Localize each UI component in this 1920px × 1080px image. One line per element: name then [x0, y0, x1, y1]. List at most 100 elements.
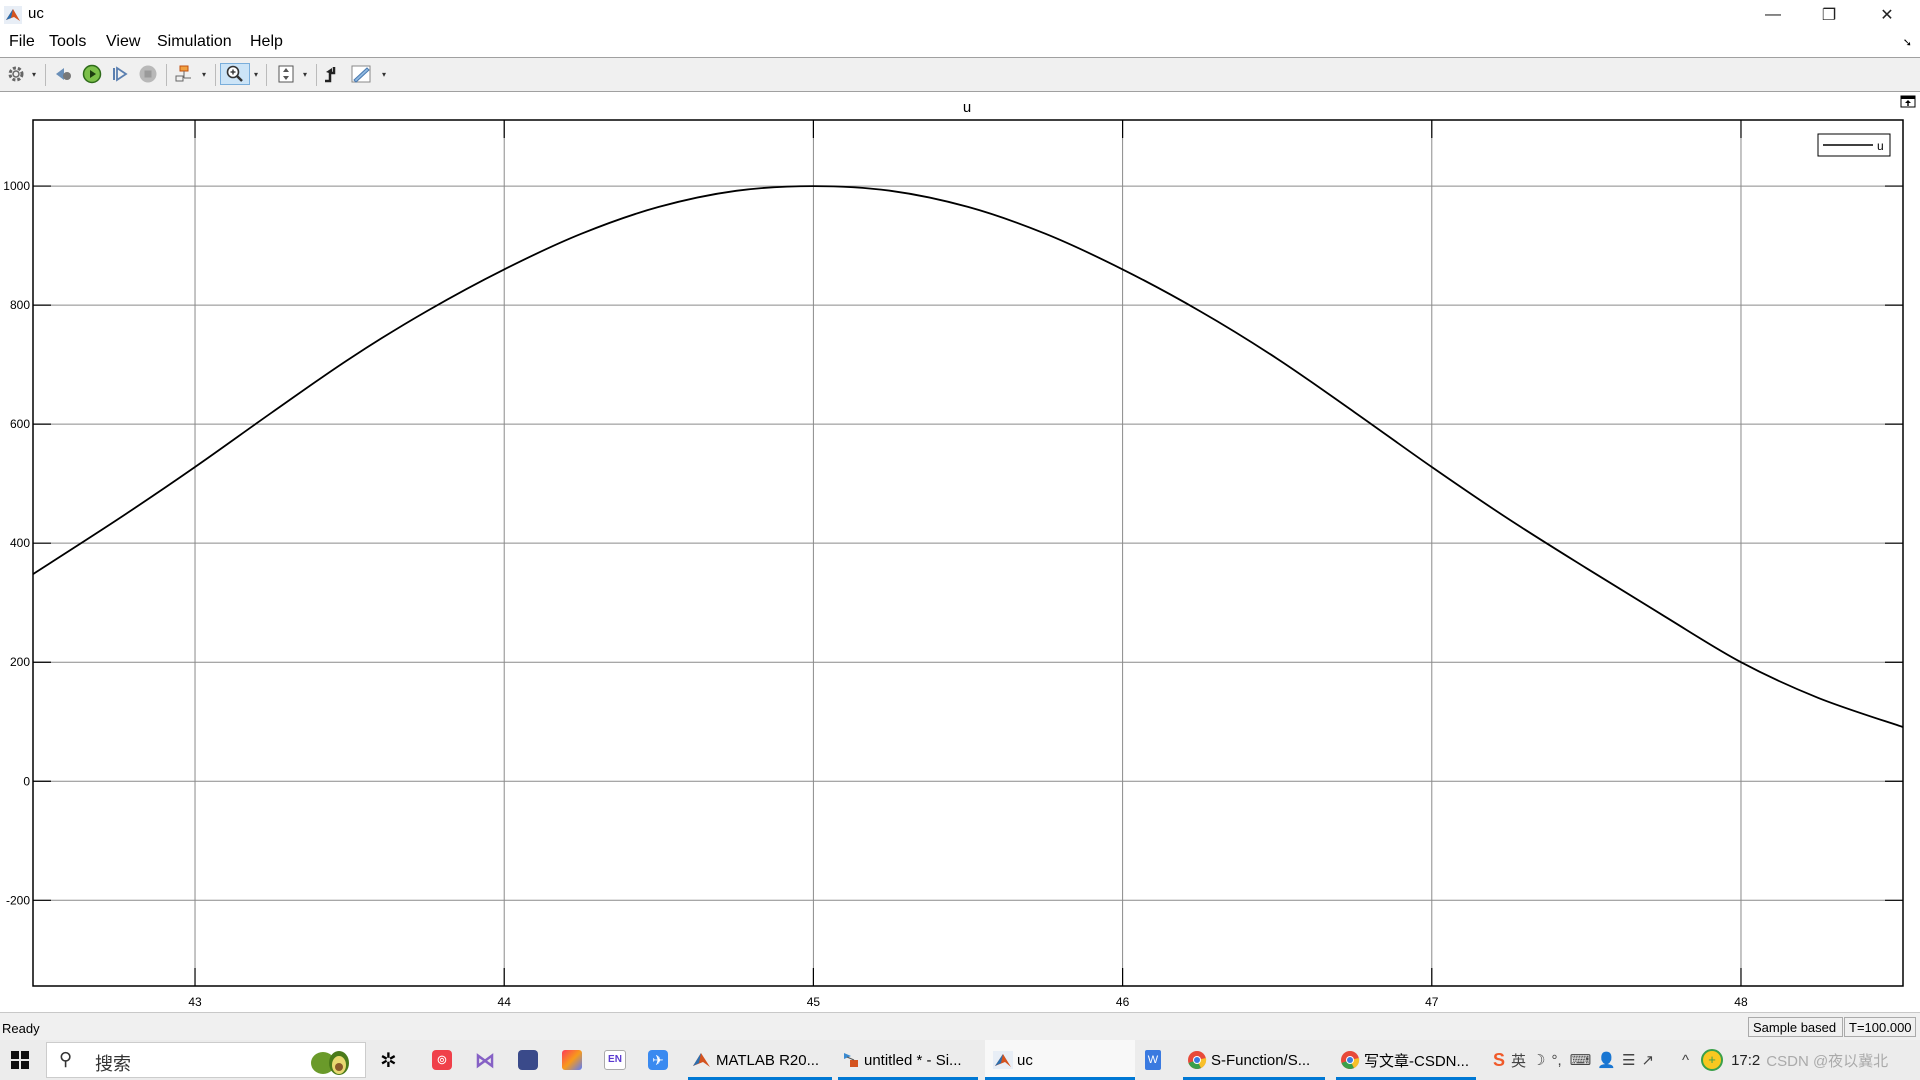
zoom-button[interactable] [220, 63, 250, 85]
toolbar: ▾ ▾ ▾ ▾ ▾ [0, 57, 1920, 92]
taskbar-item-label: MATLAB R20... [716, 1051, 820, 1069]
taskbar-item-uc[interactable]: uc [985, 1040, 1135, 1080]
pinwheel-icon: ✲ [380, 1049, 397, 1072]
keyboard-icon[interactable]: ⌨ [1570, 1051, 1592, 1069]
moon-icon[interactable]: ☽ [1532, 1051, 1545, 1069]
avocado-icon [311, 1051, 349, 1075]
toolbar-separator [215, 64, 216, 86]
step-back-button[interactable] [52, 63, 76, 85]
security-app-icon[interactable]: + [1701, 1049, 1724, 1071]
taskbar-app-visual-studio[interactable]: ⋈ [475, 1040, 501, 1080]
menu-tools[interactable]: Tools [49, 33, 86, 51]
settings-button[interactable] [4, 63, 28, 85]
bird-app-icon: ✈ [648, 1050, 668, 1070]
legend[interactable]: u [1817, 133, 1891, 157]
sogou-ime-icon[interactable]: S [1493, 1050, 1505, 1071]
step-forward-button[interactable] [108, 63, 132, 85]
axes-box [32, 119, 1904, 987]
taskbar-app-netease-music[interactable]: ⊚ [432, 1040, 458, 1080]
scope-chart[interactable]: 43 44 45 46 47 48 -200 0 200 400 600 800 1000 u u [0, 92, 1920, 1010]
trigger-icon [325, 67, 336, 83]
play-icon [82, 64, 102, 84]
scale-axes-dropdown-icon[interactable]: ▾ [303, 70, 307, 79]
title-bar: uc — ❐ ✕ [0, 0, 1920, 30]
windows-taskbar: ⚲ 搜索 ✲ ⊚ ⋈ EN ✈ MATLAB R20... untitled *… [0, 1040, 1920, 1080]
undock-arrow-icon[interactable]: ➘ [1903, 36, 1912, 49]
toolbar-separator [166, 64, 167, 86]
run-button[interactable] [80, 63, 104, 85]
zoom-in-icon [226, 65, 243, 82]
chrome-icon [1188, 1051, 1207, 1069]
close-button[interactable]: ✕ [1864, 0, 1910, 30]
measurements-button[interactable] [350, 63, 374, 85]
toolbar-separator [316, 64, 317, 86]
taskbar-app-en-dictionary[interactable]: EN [604, 1040, 630, 1080]
menu-lines-icon[interactable]: ☰ [1622, 1051, 1635, 1069]
triggers-button[interactable] [320, 63, 344, 85]
taskbar-search-box[interactable]: ⚲ 搜索 [46, 1042, 366, 1078]
taskbar-item-label: 写文章-CSDN... [1364, 1052, 1470, 1070]
y-tick-label: 600 [10, 417, 30, 431]
taskbar-app-wps[interactable]: W [1145, 1040, 1169, 1080]
minimize-icon: — [1765, 6, 1781, 23]
window-title: uc [28, 5, 44, 22]
taskbar-app-pinwheel[interactable]: ✲ [380, 1040, 410, 1080]
gear-icon [8, 66, 24, 82]
scope-plot-area: 43 44 45 46 47 48 -200 0 200 400 600 800 1000 u u [0, 92, 1920, 1010]
measurements-dropdown-icon[interactable]: ▾ [382, 70, 386, 79]
y-tick-label: 200 [10, 655, 30, 669]
start-button[interactable] [10, 1040, 36, 1080]
chevron-up-icon[interactable]: ^ [1682, 1052, 1689, 1069]
taskbar-item-chrome-csdn[interactable]: 写文章-CSDN... [1336, 1040, 1476, 1080]
x-tick-label: 48 [1734, 995, 1748, 1009]
matlab-icon [693, 1053, 710, 1067]
restore-button[interactable]: ❐ [1806, 0, 1852, 30]
status-bar: Ready Sample based T=100.000 [0, 1012, 1920, 1041]
share-icon[interactable]: ↗ [1641, 1051, 1654, 1069]
scale-axes-icon [278, 65, 294, 83]
minimize-button[interactable]: — [1750, 0, 1796, 30]
block-diagram-icon [175, 65, 191, 82]
menu-simulation[interactable]: Simulation [157, 33, 232, 51]
taskbar-app-goland[interactable] [518, 1040, 544, 1080]
taskbar-item-label: untitled * - Si... [864, 1051, 962, 1069]
punctuation-icon[interactable]: °, [1551, 1052, 1561, 1069]
undock-axes-button[interactable] [1900, 95, 1916, 108]
netease-music-icon: ⊚ [432, 1050, 452, 1070]
highlight-dropdown-icon[interactable]: ▾ [202, 70, 206, 79]
user-icon[interactable]: 👤 [1597, 1051, 1616, 1069]
menu-view[interactable]: View [106, 33, 140, 51]
simulink-icon [844, 1053, 858, 1067]
taskbar-item-label: S-Function/S... [1211, 1051, 1311, 1069]
ime-language-indicator[interactable]: 英 [1511, 1050, 1526, 1071]
chart-title: u [963, 99, 971, 116]
x-tick-label: 46 [1116, 995, 1130, 1009]
highlight-in-model-button[interactable] [172, 63, 196, 85]
menu-bar: File Tools View Simulation Help ➘ [0, 30, 1920, 56]
step-back-icon [56, 68, 71, 80]
taskbar-item-chrome-sfunction[interactable]: S-Function/S... [1183, 1040, 1325, 1080]
scale-axes-button[interactable] [274, 63, 298, 85]
menu-file[interactable]: File [9, 33, 35, 51]
en-dictionary-icon: EN [604, 1050, 626, 1070]
taskbar-app-intellij[interactable] [562, 1040, 588, 1080]
x-tick-label: 47 [1425, 995, 1439, 1009]
y-tick-label: 0 [23, 774, 30, 788]
clock[interactable]: 17:2 [1731, 1052, 1760, 1069]
visual-studio-icon: ⋈ [475, 1049, 495, 1072]
matlab-icon [993, 1051, 1013, 1069]
document-icon: W [1145, 1050, 1161, 1070]
menu-help[interactable]: Help [250, 33, 283, 51]
search-icon: ⚲ [59, 1049, 73, 1069]
zoom-dropdown-icon[interactable]: ▾ [254, 70, 258, 79]
x-tick-label: 45 [807, 995, 821, 1009]
system-tray: S 英 ☽ °, ⌨ 👤 ☰ ↗ ^ + 17:2 CSDN @夜以冀北 [1493, 1040, 1888, 1080]
settings-dropdown-icon[interactable]: ▾ [32, 70, 36, 79]
sim-time-indicator: T=100.000 [1844, 1017, 1916, 1037]
windows-logo-icon [11, 1051, 29, 1069]
taskbar-item-matlab[interactable]: MATLAB R20... [688, 1040, 832, 1080]
taskbar-item-simulink[interactable]: untitled * - Si... [838, 1040, 978, 1080]
taskbar-app-feishu[interactable]: ✈ [648, 1040, 674, 1080]
stop-button[interactable] [136, 63, 160, 85]
x-tick-label: 43 [188, 995, 202, 1009]
